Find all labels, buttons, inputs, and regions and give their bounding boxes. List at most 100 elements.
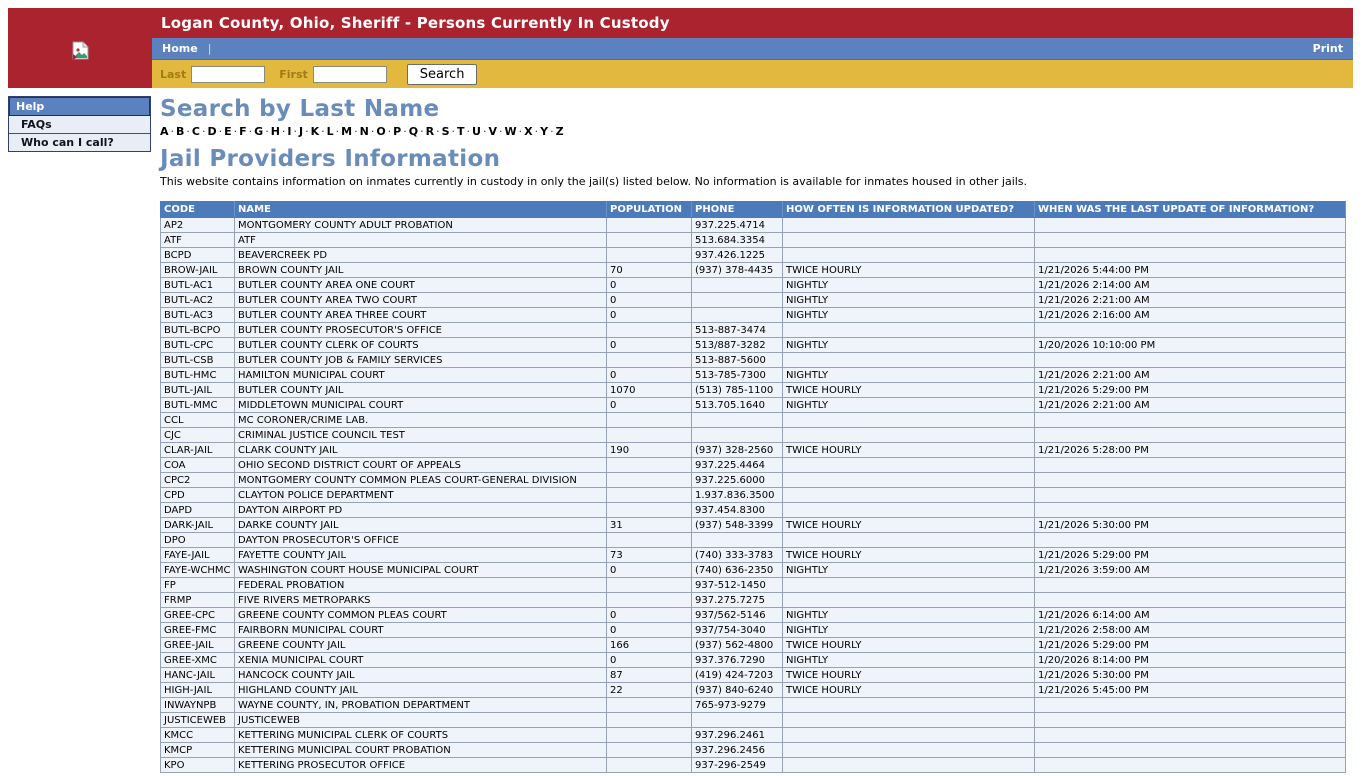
sidebar-item-who-can-i-call-[interactable]: Who can I call? bbox=[9, 134, 150, 151]
alphabet-letter-link[interactable]: G bbox=[254, 125, 263, 138]
alphabet-letter-link[interactable]: H bbox=[271, 125, 280, 138]
cell-last_update: 1/21/2026 5:29:00 PM bbox=[1035, 548, 1346, 563]
cell-population bbox=[607, 533, 692, 548]
cell-updated: NIGHTLY bbox=[783, 608, 1035, 623]
separator-dot: · bbox=[305, 125, 309, 138]
cell-last_update: 1/21/2026 3:59:00 AM bbox=[1035, 563, 1346, 578]
cell-name: DAYTON AIRPORT PD bbox=[235, 503, 607, 518]
cell-name: BUTLER COUNTY AREA TWO COURT bbox=[235, 293, 607, 308]
column-header: POPULATION bbox=[607, 202, 692, 218]
cell-population bbox=[607, 728, 692, 743]
cell-last_update: 1/21/2026 2:14:00 AM bbox=[1035, 278, 1346, 293]
cell-population bbox=[607, 458, 692, 473]
cell-code: GREE-XMC bbox=[161, 653, 235, 668]
alphabet-letter-link[interactable]: P bbox=[393, 125, 401, 138]
alphabet-letter-link[interactable]: Z bbox=[556, 125, 564, 138]
cell-name: KETTERING MUNICIPAL CLERK OF COURTS bbox=[235, 728, 607, 743]
alphabet-letter-link[interactable]: Y bbox=[540, 125, 548, 138]
alphabet-letter-link[interactable]: I bbox=[287, 125, 291, 138]
cell-updated bbox=[783, 488, 1035, 503]
cell-updated bbox=[783, 578, 1035, 593]
alphabet-letter-link[interactable]: K bbox=[311, 125, 320, 138]
alphabet-letter-link[interactable]: R bbox=[426, 125, 434, 138]
separator-dot: · bbox=[234, 125, 238, 138]
cell-population bbox=[607, 413, 692, 428]
table-row: INWAYNPBWAYNE COUNTY, IN, PROBATION DEPA… bbox=[161, 698, 1346, 713]
cell-name: HAMILTON MUNICIPAL COURT bbox=[235, 368, 607, 383]
column-header: WHEN WAS THE LAST UPDATE OF INFORMATION? bbox=[1035, 202, 1346, 218]
cell-updated bbox=[783, 713, 1035, 728]
providers-table-header-row: CODENAMEPOPULATIONPHONEHOW OFTEN IS INFO… bbox=[161, 202, 1346, 218]
search-button[interactable]: Search bbox=[407, 64, 478, 85]
alphabet-letter-link[interactable]: E bbox=[224, 125, 232, 138]
cell-phone: (419) 424-7203 bbox=[692, 668, 783, 683]
table-row: KMCCKETTERING MUNICIPAL CLERK OF COURTS9… bbox=[161, 728, 1346, 743]
cell-name: JUSTICEWEB bbox=[235, 713, 607, 728]
table-row: FRMPFIVE RIVERS METROPARKS937.275.7275 bbox=[161, 593, 1346, 608]
cell-population: 73 bbox=[607, 548, 692, 563]
alphabet-letter-link[interactable]: A bbox=[160, 125, 169, 138]
alphabet-letter-link[interactable]: L bbox=[327, 125, 334, 138]
nav-print-link[interactable]: Print bbox=[1313, 42, 1343, 55]
alphabet-letter-link[interactable]: F bbox=[239, 125, 247, 138]
cell-population: 87 bbox=[607, 668, 692, 683]
sidebar-item-faqs[interactable]: FAQs bbox=[9, 116, 150, 134]
alphabet-letter-link[interactable]: C bbox=[192, 125, 200, 138]
cell-last_update: 1/21/2026 5:30:00 PM bbox=[1035, 518, 1346, 533]
alphabet-letter-link[interactable]: J bbox=[299, 125, 303, 138]
first-name-input[interactable] bbox=[313, 66, 387, 83]
cell-phone: 937.376.7290 bbox=[692, 653, 783, 668]
separator-dot: · bbox=[282, 125, 286, 138]
cell-last_update: 1/21/2026 2:58:00 AM bbox=[1035, 623, 1346, 638]
cell-population: 0 bbox=[607, 563, 692, 578]
alphabet-letter-link[interactable]: O bbox=[376, 125, 385, 138]
table-row: CLAR-JAILCLARK COUNTY JAIL190(937) 328-2… bbox=[161, 443, 1346, 458]
alphabet-letter-link[interactable]: D bbox=[207, 125, 216, 138]
table-row: GREE-CPCGREENE COUNTY COMMON PLEAS COURT… bbox=[161, 608, 1346, 623]
cell-population: 70 bbox=[607, 263, 692, 278]
cell-phone: 937/562-5146 bbox=[692, 608, 783, 623]
cell-code: FAYE-JAIL bbox=[161, 548, 235, 563]
separator-dot: · bbox=[219, 125, 223, 138]
cell-name: DARKE COUNTY JAIL bbox=[235, 518, 607, 533]
alphabet-letter-link[interactable]: U bbox=[472, 125, 481, 138]
alphabet-letter-link[interactable]: W bbox=[504, 125, 516, 138]
cell-updated: TWICE HOURLY bbox=[783, 638, 1035, 653]
cell-phone: 937.225.4464 bbox=[692, 458, 783, 473]
alphabet-letter-link[interactable]: N bbox=[360, 125, 369, 138]
cell-name: OHIO SECOND DISTRICT COURT OF APPEALS bbox=[235, 458, 607, 473]
cell-code: FP bbox=[161, 578, 235, 593]
alphabet-letter-link[interactable]: B bbox=[176, 125, 184, 138]
separator-dot: · bbox=[499, 125, 503, 138]
separator-dot: · bbox=[550, 125, 554, 138]
cell-name: CLAYTON POLICE DEPARTMENT bbox=[235, 488, 607, 503]
cell-updated: NIGHTLY bbox=[783, 368, 1035, 383]
cell-updated: TWICE HOURLY bbox=[783, 548, 1035, 563]
cell-code: CLAR-JAIL bbox=[161, 443, 235, 458]
cell-phone bbox=[692, 293, 783, 308]
cell-code: GREE-FMC bbox=[161, 623, 235, 638]
cell-code: BUTL-BCPO bbox=[161, 323, 235, 338]
alphabet-letter-link[interactable]: T bbox=[457, 125, 465, 138]
last-name-input[interactable] bbox=[191, 66, 265, 83]
cell-name: MONTGOMERY COUNTY COMMON PLEAS COURT-GEN… bbox=[235, 473, 607, 488]
cell-population: 0 bbox=[607, 278, 692, 293]
alphabet-letter-link[interactable]: V bbox=[488, 125, 497, 138]
alphabet-letter-link[interactable]: X bbox=[524, 125, 532, 138]
page-title-text: Logan County, Ohio, Sheriff - Persons Cu… bbox=[161, 14, 670, 32]
alphabet-letter-link[interactable]: S bbox=[442, 125, 450, 138]
cell-updated: NIGHTLY bbox=[783, 623, 1035, 638]
cell-last_update: 1/21/2026 5:29:00 PM bbox=[1035, 638, 1346, 653]
main-content: Search by Last Name A·B·C·D·E·F·G·H·I·J·… bbox=[160, 96, 1346, 773]
cell-code: CPC2 bbox=[161, 473, 235, 488]
cell-updated bbox=[783, 593, 1035, 608]
cell-last_update bbox=[1035, 218, 1346, 233]
cell-updated: NIGHTLY bbox=[783, 308, 1035, 323]
cell-code: FRMP bbox=[161, 593, 235, 608]
alphabet-letter-link[interactable]: Q bbox=[409, 125, 418, 138]
cell-code: DARK-JAIL bbox=[161, 518, 235, 533]
alphabet-letter-link[interactable]: M bbox=[341, 125, 352, 138]
nav-home-link[interactable]: Home bbox=[162, 42, 198, 55]
cell-name: MC CORONER/CRIME LAB. bbox=[235, 413, 607, 428]
cell-population bbox=[607, 578, 692, 593]
